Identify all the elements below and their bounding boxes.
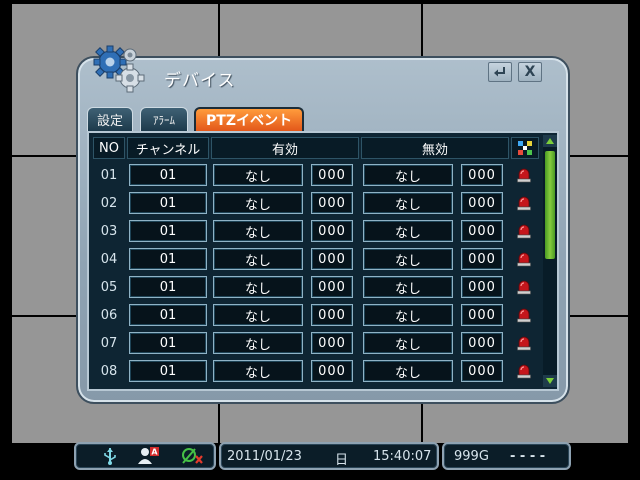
enabled-preset-field[interactable]: 000 [311, 276, 353, 298]
scroll-up-button[interactable] [543, 135, 557, 147]
tab-alarm[interactable]: ｱﾗｰﾑ [140, 107, 188, 131]
row-no: 02 [100, 195, 118, 211]
enabled-action-select[interactable]: なし [213, 360, 303, 382]
enabled-action-select[interactable]: なし [213, 164, 303, 186]
disabled-action-select[interactable]: なし [363, 276, 453, 298]
row-no: 03 [100, 223, 118, 239]
settings-mix-icon [518, 141, 532, 155]
tab-ptz-event[interactable]: PTZイベント [194, 107, 304, 131]
gears-icon [93, 45, 145, 93]
usb-icon[interactable] [102, 447, 118, 465]
enter-icon [494, 67, 505, 77]
enabled-preset-field[interactable]: 000 [311, 304, 353, 326]
status-date: 2011/01/23 [227, 449, 302, 464]
datetime-box: 2011/01/23 日 15:40:07 [219, 442, 439, 470]
enter-button[interactable] [488, 62, 512, 82]
channel-field[interactable]: 01 [129, 304, 207, 326]
channel-field[interactable]: 01 [129, 220, 207, 242]
alarm-siren-icon[interactable] [515, 306, 533, 324]
disabled-preset-field[interactable]: 000 [461, 164, 503, 186]
table-row: 01 01 なし 000 なし 000 [89, 161, 541, 189]
channel-field[interactable]: 01 [129, 248, 207, 270]
scroll-down-button[interactable] [543, 375, 557, 387]
row-no: 05 [100, 279, 118, 295]
enabled-preset-field[interactable]: 000 [311, 360, 353, 382]
table-row: 07 01 なし 000 なし 000 [89, 329, 541, 357]
disabled-action-select[interactable]: なし [363, 248, 453, 270]
disabled-action-select[interactable]: なし [363, 304, 453, 326]
device-dialog: デバイス X 設定 ｱﾗｰﾑ PTZイベント NO チャンネル 有効 無効 01… [76, 45, 570, 404]
table-row: 08 01 なし 000 なし 000 [89, 357, 541, 385]
alarm-siren-icon[interactable] [515, 166, 533, 184]
alarm-siren-icon[interactable] [515, 334, 533, 352]
enabled-action-select[interactable]: なし [213, 276, 303, 298]
disabled-preset-field[interactable]: 000 [461, 360, 503, 382]
enabled-preset-field[interactable]: 000 [311, 248, 353, 270]
disabled-action-select[interactable]: なし [363, 164, 453, 186]
status-time: 15:40:07 [373, 449, 432, 464]
channel-field[interactable]: 01 [129, 276, 207, 298]
disabled-preset-field[interactable]: 000 [461, 276, 503, 298]
table-row: 02 01 なし 000 なし 000 [89, 189, 541, 217]
enabled-preset-field[interactable]: 000 [311, 332, 353, 354]
tab-settings[interactable]: 設定 [87, 107, 133, 131]
close-button[interactable]: X [518, 62, 542, 82]
disabled-preset-field[interactable]: 000 [461, 192, 503, 214]
table-row: 03 01 なし 000 なし 000 [89, 217, 541, 245]
enabled-preset-field[interactable]: 000 [311, 164, 353, 186]
enabled-action-select[interactable]: なし [213, 304, 303, 326]
table-row: 05 01 なし 000 なし 000 [89, 273, 541, 301]
disabled-action-select[interactable]: なし [363, 220, 453, 242]
alarm-siren-icon[interactable] [515, 362, 533, 380]
header-disabled: 無効 [361, 137, 509, 159]
disabled-preset-field[interactable]: 000 [461, 304, 503, 326]
status-weekday: 日 [335, 453, 349, 468]
enabled-action-select[interactable]: なし [213, 220, 303, 242]
status-extra: - - - - [510, 449, 546, 464]
enabled-action-select[interactable]: なし [213, 332, 303, 354]
header-channel: チャンネル [127, 137, 209, 159]
enabled-action-select[interactable]: なし [213, 248, 303, 270]
dialog-title: デバイス [164, 71, 236, 91]
table-row: 04 01 なし 000 なし 000 [89, 245, 541, 273]
row-no: 01 [100, 167, 118, 183]
disk-status-box: 999G - - - - [442, 442, 571, 470]
user-admin-icon[interactable]: A [138, 446, 160, 466]
disabled-preset-field[interactable]: 000 [461, 332, 503, 354]
row-no: 04 [100, 251, 118, 267]
status-icons-box: A [74, 442, 216, 470]
table-row: 06 01 なし 000 なし 000 [89, 301, 541, 329]
disabled-action-select[interactable]: なし [363, 332, 453, 354]
disabled-preset-field[interactable]: 000 [461, 220, 503, 242]
arrow-down-icon [546, 378, 554, 384]
header-enabled: 有効 [211, 137, 359, 159]
row-no: 07 [100, 335, 118, 351]
alarm-siren-icon[interactable] [515, 250, 533, 268]
row-no: 06 [100, 307, 118, 323]
alarm-siren-icon[interactable] [515, 222, 533, 240]
enabled-action-select[interactable]: なし [213, 192, 303, 214]
arrow-up-icon [546, 138, 554, 144]
enabled-preset-field[interactable]: 000 [311, 192, 353, 214]
alarm-siren-icon[interactable] [515, 194, 533, 212]
disabled-action-select[interactable]: なし [363, 192, 453, 214]
disk-capacity: 999G [454, 449, 489, 464]
channel-field[interactable]: 01 [129, 360, 207, 382]
svg-text:A: A [151, 448, 158, 457]
scrollbar[interactable] [543, 135, 557, 387]
dvr-screen: デバイス X 設定 ｱﾗｰﾑ PTZイベント NO チャンネル 有効 無効 01… [0, 0, 640, 480]
alarm-siren-icon[interactable] [515, 278, 533, 296]
row-no: 08 [100, 363, 118, 379]
enabled-preset-field[interactable]: 000 [311, 220, 353, 242]
disabled-action-select[interactable]: なし [363, 360, 453, 382]
header-no: NO [93, 137, 125, 159]
ptz-event-table: NO チャンネル 有効 無効 01 01 なし 000 なし 000 02 01 なし 000 なし… [87, 131, 559, 391]
channel-field[interactable]: 01 [129, 332, 207, 354]
header-icon-cell[interactable] [511, 137, 539, 159]
scroll-thumb[interactable] [545, 151, 555, 259]
network-disconnected-icon[interactable] [180, 446, 206, 466]
disabled-preset-field[interactable]: 000 [461, 248, 503, 270]
channel-field[interactable]: 01 [129, 192, 207, 214]
channel-field[interactable]: 01 [129, 164, 207, 186]
